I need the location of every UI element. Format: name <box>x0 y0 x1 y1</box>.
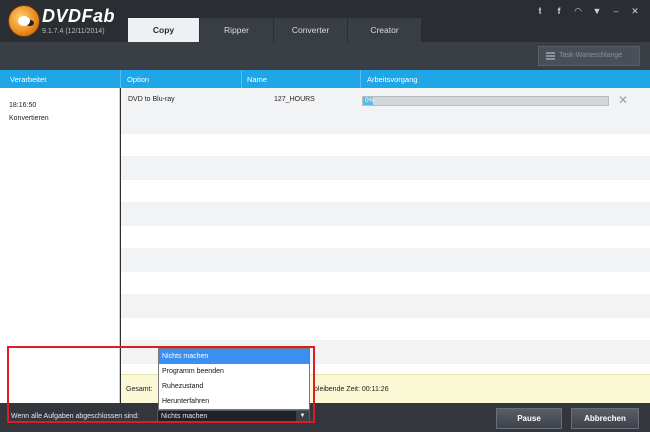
dropdown-option[interactable]: Herunterfahren <box>159 394 309 409</box>
task-option: DVD to Blu-ray <box>128 96 175 103</box>
col-divider <box>120 70 121 88</box>
table-row <box>121 134 650 157</box>
table-row <box>121 157 650 180</box>
task-progress-bar: 0% <box>362 96 609 106</box>
col-option: Option <box>127 75 150 84</box>
when-done-value: Nichts machen <box>161 413 208 420</box>
dropdown-option[interactable]: Ruhezustand <box>159 379 309 394</box>
task-list: DVD to Blu-ray 127_HOURS 0% ✕ <box>121 88 650 374</box>
app-brand: DVDFab <box>42 6 116 26</box>
bottom-bar: Wenn alle Aufgaben abgeschlossen sind: N… <box>0 403 650 432</box>
twitter-icon[interactable]: 𝐭 <box>535 6 545 17</box>
col-name: Name <box>247 75 268 84</box>
when-done-select[interactable]: Nichts machen ▼ <box>157 410 310 423</box>
app-version: 9.1.7.4 (12/11/2014) <box>42 28 105 35</box>
task-status: Konvertieren <box>9 115 49 122</box>
tab-converter[interactable]: Converter <box>274 18 348 42</box>
table-row <box>121 272 650 295</box>
when-done-dropdown: Nichts machen Programm beenden Ruhezusta… <box>158 348 310 410</box>
col-divider <box>360 70 361 88</box>
wifi-icon[interactable]: ◠ <box>573 6 583 17</box>
table-row <box>121 226 650 249</box>
table-row <box>121 249 650 272</box>
abort-button[interactable]: Abbrechen <box>571 408 639 429</box>
table-row <box>121 203 650 226</box>
total-label: Gesamt: <box>126 386 153 393</box>
dropdown-icon[interactable]: ▼ <box>592 6 602 17</box>
when-done-label: Wenn alle Aufgaben abgeschlossen sind: <box>11 413 139 420</box>
col-divider <box>241 70 242 88</box>
tab-creator[interactable]: Creator <box>348 18 422 42</box>
task-start-time: 18:16:50 <box>9 102 37 109</box>
table-row <box>121 111 650 134</box>
tab-copy[interactable]: Copy <box>128 18 200 42</box>
minimize-icon[interactable]: ‒ <box>611 6 621 17</box>
facebook-icon[interactable]: f <box>554 6 564 17</box>
task-queue-button[interactable]: Task-Warteschlange <box>538 46 640 66</box>
chevron-down-icon[interactable]: ▼ <box>296 411 309 422</box>
remaining-time: bleibende Zeit: 00:11:26 <box>314 386 389 393</box>
toolbar: Task-Warteschlange <box>0 42 650 70</box>
table-row <box>121 318 650 341</box>
column-header: Verarbeitet Option Name Arbeitsvorgang <box>0 70 650 88</box>
remove-task-icon[interactable]: ✕ <box>618 93 628 107</box>
task-queue-label: Task-Warteschlange <box>559 52 623 59</box>
table-row[interactable]: DVD to Blu-ray 127_HOURS 0% ✕ <box>121 88 650 111</box>
table-row <box>121 295 650 318</box>
pause-button[interactable]: Pause <box>496 408 562 429</box>
progress-percent: 0% <box>365 97 375 104</box>
dropdown-option[interactable]: Nichts machen <box>159 349 309 364</box>
table-row <box>121 180 650 203</box>
col-processed: Verarbeitet <box>10 75 47 84</box>
close-icon[interactable]: ✕ <box>630 6 640 17</box>
dvdfab-logo-icon <box>8 5 40 37</box>
processed-panel: 18:16:50 Konvertieren <box>0 88 120 403</box>
title-bar: DVDFab 9.1.7.4 (12/11/2014) Copy Ripper … <box>0 0 650 42</box>
task-name: 127_HOURS <box>274 96 315 103</box>
dropdown-option[interactable]: Programm beenden <box>159 364 309 379</box>
main-tabs: Copy Ripper Converter Creator <box>128 18 422 42</box>
tab-ripper[interactable]: Ripper <box>200 18 274 42</box>
list-icon <box>546 52 555 60</box>
window-controls: 𝐭 f ◠ ▼ ‒ ✕ <box>535 6 640 17</box>
col-progress: Arbeitsvorgang <box>367 75 418 84</box>
